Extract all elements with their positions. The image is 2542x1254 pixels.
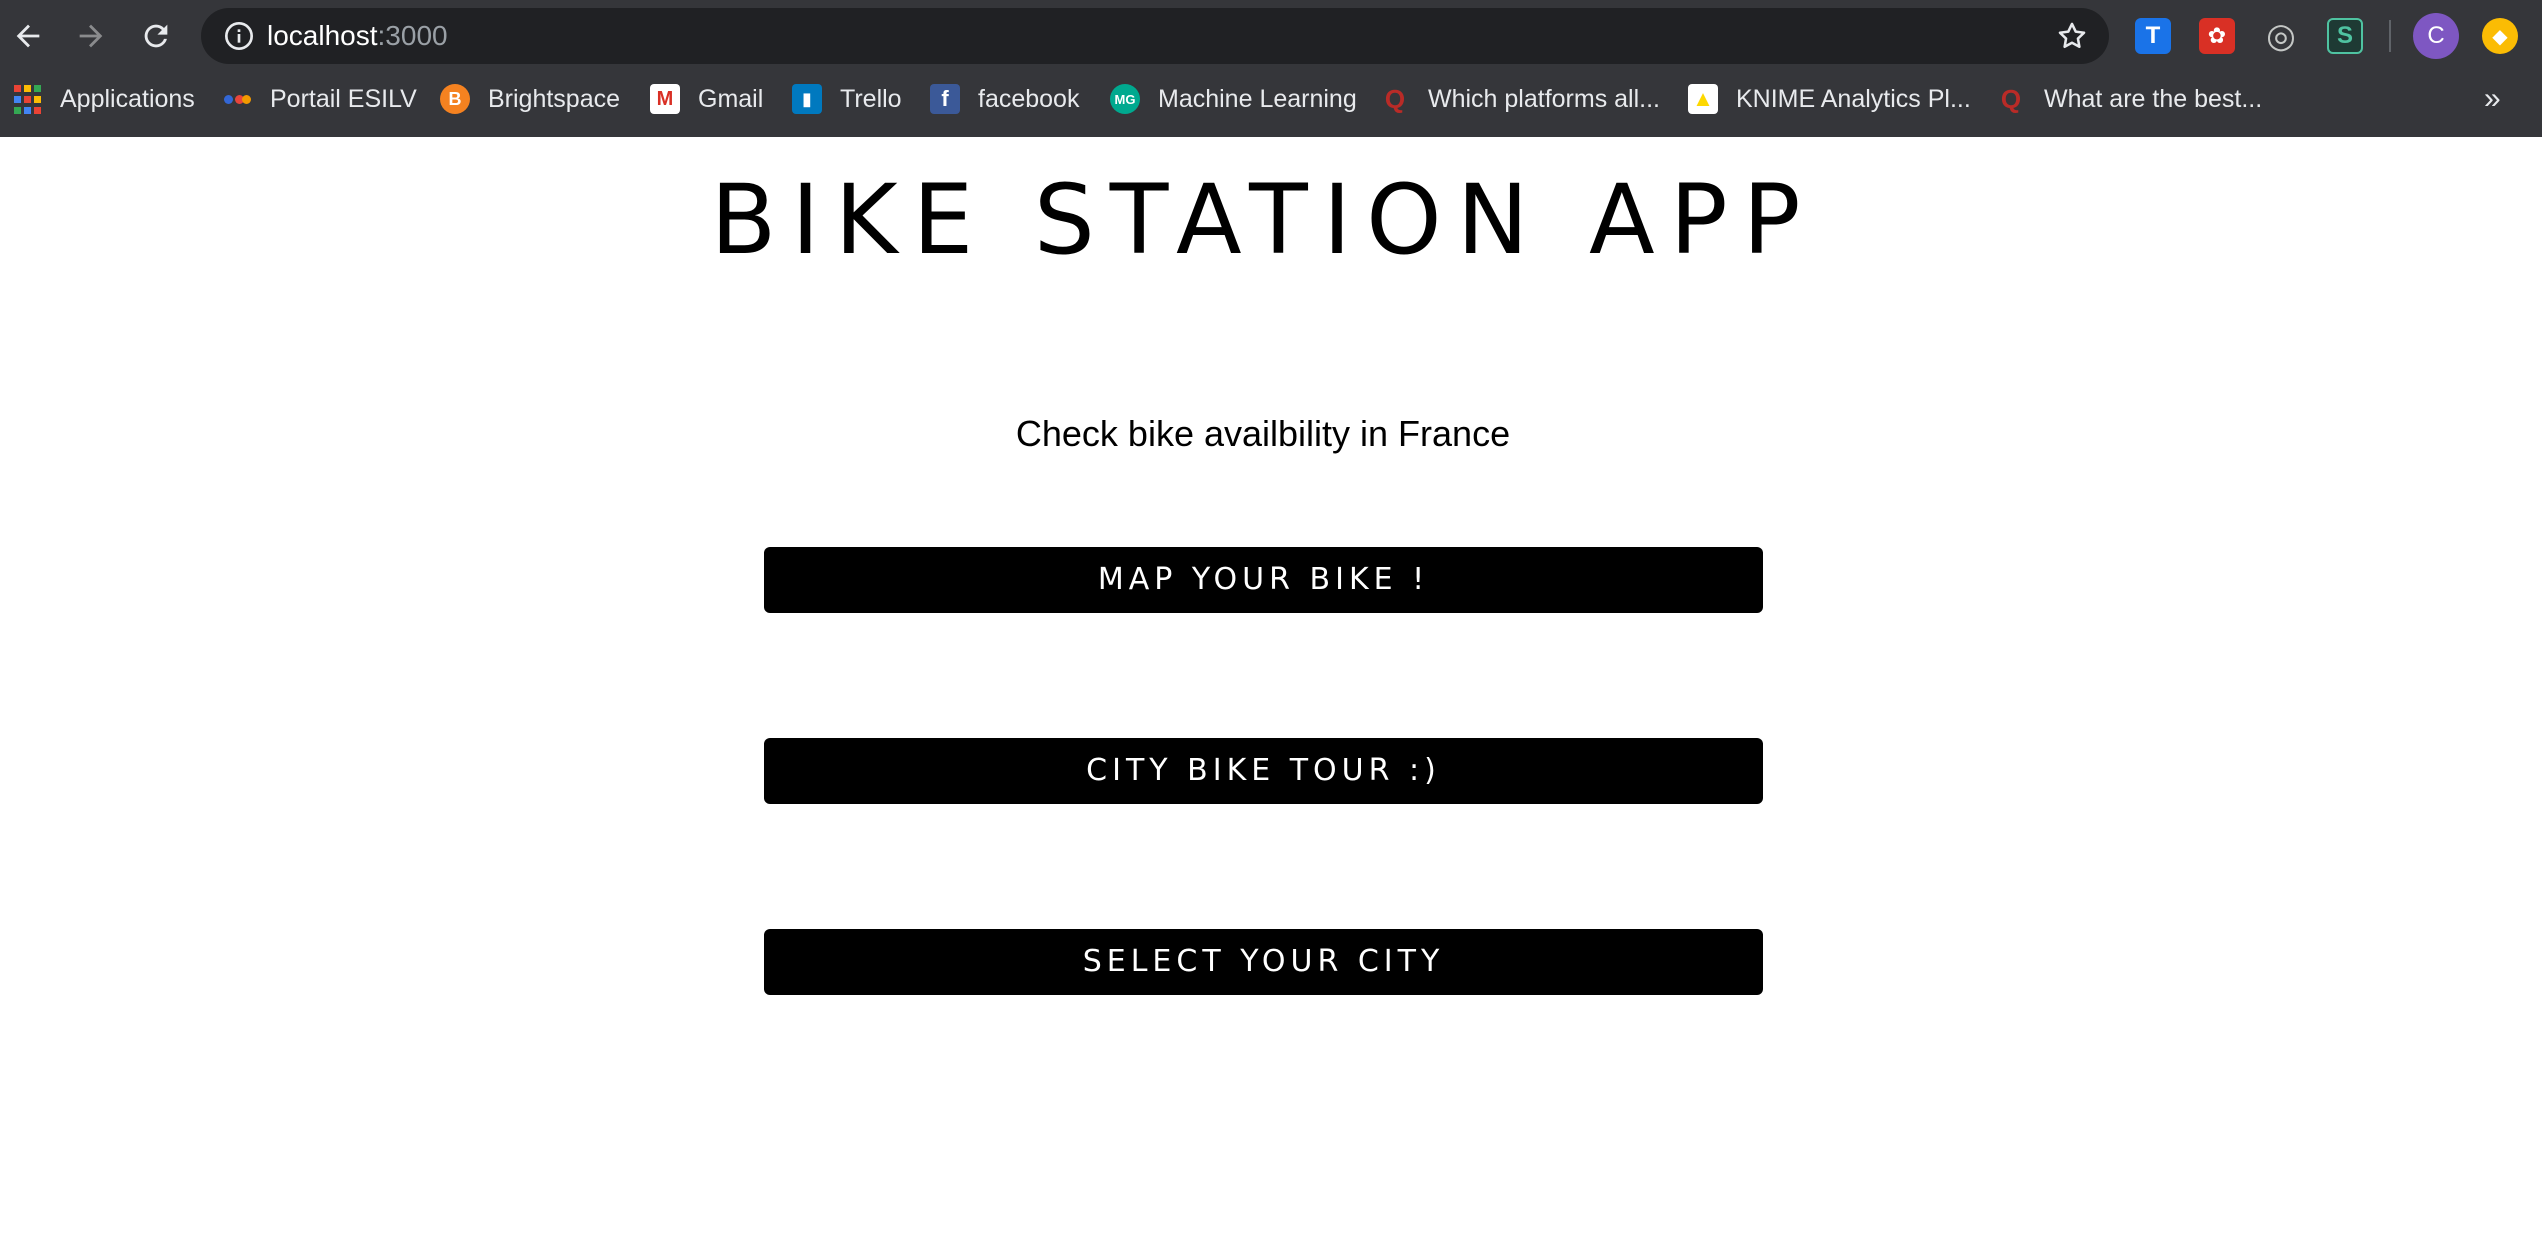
url-port: :3000 [377, 20, 448, 51]
quora-icon: Q [2000, 83, 2022, 114]
url-text[interactable]: localhost:3000 [267, 8, 448, 64]
bookmark-label: What are the best... [2044, 84, 2263, 113]
gmail-icon: M [650, 84, 680, 114]
facebook-icon: f [930, 84, 960, 114]
map-your-bike-button[interactable]: MAP YOUR BIKE ! [764, 547, 1763, 613]
bookmark-label: Which platforms all... [1428, 84, 1661, 113]
apps-grid-icon [12, 84, 42, 114]
bookmark-knime[interactable]: ▲ KNIME Analytics Pl... [1688, 74, 1971, 124]
bookmark-brightspace[interactable]: B Brightspace [440, 74, 620, 124]
city-bike-tour-button[interactable]: CITY BIKE TOUR :) [764, 738, 1763, 804]
app-title: BIKE STATION APP [710, 164, 1816, 276]
red-extension-icon[interactable]: ✿ [2199, 18, 2235, 54]
bookmark-label: Applications [60, 84, 195, 113]
url-host: localhost [267, 20, 378, 51]
bookmark-label: Gmail [698, 84, 764, 113]
back-arrow-icon [16, 24, 40, 48]
bookmark-machine-learning[interactable]: MG Machine Learning [1110, 74, 1357, 124]
portail-esilv-icon [222, 84, 252, 114]
bookmark-quora-platforms[interactable]: Q Which platforms all... [1380, 74, 1660, 124]
bookmark-label: Portail ESILV [270, 84, 417, 113]
bookmark-label: Trello [840, 84, 902, 113]
bookmark-gmail[interactable]: M Gmail [650, 74, 763, 124]
select-your-city-button[interactable]: SELECT YOUR CITY [764, 929, 1763, 995]
trello-icon: ▮ [792, 84, 822, 114]
profile-avatar[interactable]: C [2413, 13, 2459, 59]
reload-button[interactable] [130, 10, 182, 62]
toolbar-divider [2389, 20, 2391, 52]
page-subtitle: Check bike availbility in France [1015, 413, 1511, 454]
brightspace-icon: B [440, 84, 470, 114]
translate-extension-icon[interactable]: T [2135, 18, 2171, 54]
info-icon[interactable] [223, 20, 255, 52]
bookmark-facebook[interactable]: f facebook [930, 74, 1079, 124]
bookmark-applications[interactable]: Applications [12, 74, 195, 124]
quora-icon: Q [1384, 83, 1406, 114]
bookmark-trello[interactable]: ▮ Trello [792, 74, 902, 124]
extension-yellow-icon[interactable]: ◆ [2482, 18, 2518, 54]
address-bar[interactable]: localhost:3000 [201, 8, 2109, 64]
forward-button[interactable] [65, 10, 117, 62]
bookmark-label: KNIME Analytics Pl... [1736, 84, 1971, 113]
star-icon[interactable] [2055, 19, 2089, 53]
reload-icon [144, 24, 168, 48]
bookmarks-overflow-button[interactable]: » [2484, 74, 2501, 124]
back-button[interactable] [2, 10, 54, 62]
s-extension-icon[interactable]: S [2327, 18, 2363, 54]
bookmark-label: Brightspace [488, 84, 621, 113]
bookmark-label: Machine Learning [1158, 84, 1357, 113]
knime-icon: ▲ [1688, 84, 1718, 114]
bookmarks-bar: Applications Portail ESILV B Brightspace… [0, 74, 2542, 124]
machine-learning-icon: MG [1110, 84, 1140, 114]
forward-arrow-icon [79, 24, 103, 48]
target-extension-icon[interactable]: ◎ [2263, 17, 2299, 55]
browser-chrome: localhost:3000 T ✿ ◎ S C ◆ Applications … [0, 0, 2542, 137]
bookmark-label: facebook [978, 84, 1080, 113]
browser-toolbar: localhost:3000 T ✿ ◎ S C ◆ [0, 0, 2542, 72]
bookmark-quora-best[interactable]: Q What are the best... [1996, 74, 2262, 124]
bookmark-portail-esilv[interactable]: Portail ESILV [222, 74, 417, 124]
